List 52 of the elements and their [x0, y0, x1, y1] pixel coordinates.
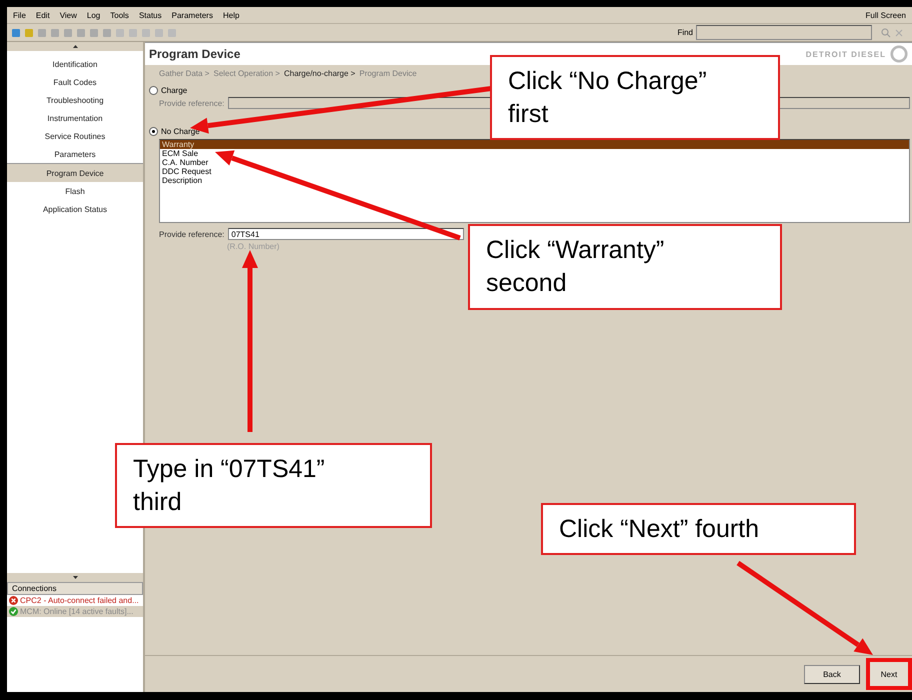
breadcrumb-step: Gather Data > [159, 69, 210, 78]
sidebar-item[interactable]: Flash [7, 182, 143, 200]
sidebar-item[interactable]: Identification [7, 55, 143, 73]
reference-label: Provide reference: [159, 98, 224, 108]
find-field[interactable] [696, 25, 872, 40]
connections-header: Connections [7, 582, 143, 595]
reference-input[interactable]: 07TS41 [228, 228, 464, 240]
list-item[interactable]: ECM Sale [160, 149, 909, 158]
list-item[interactable]: C.A. Number [160, 158, 909, 167]
reference-label: Provide reference: [159, 230, 224, 238]
instruction-callout: Type in “07TS41” third [115, 443, 432, 528]
search-icon[interactable] [881, 28, 891, 38]
list-item[interactable]: Warranty [160, 140, 909, 149]
radio-label[interactable]: No Charge [161, 127, 200, 136]
sidebar-item[interactable]: Troubleshooting [7, 91, 143, 109]
menu-item[interactable]: Help [222, 10, 240, 20]
caret-down-icon [72, 576, 78, 579]
sidebar-item[interactable]: Service Routines [7, 127, 143, 145]
menu-item[interactable]: Log [86, 10, 100, 20]
menu-item[interactable]: Parameters [172, 10, 213, 20]
clear-search-icon[interactable] [894, 28, 904, 38]
breadcrumb-step: Program Device [359, 69, 417, 78]
full-screen-link[interactable]: Full Screen [866, 10, 906, 20]
nav-button[interactable]: Next [866, 658, 912, 690]
radio-button[interactable] [149, 127, 158, 136]
breadcrumb-step: Charge/no-charge > [284, 69, 356, 78]
nav-button[interactable]: Back [804, 664, 860, 684]
menu-item[interactable]: Status [138, 10, 162, 20]
sidebar-item[interactable]: Application Status [7, 200, 143, 218]
radio-button[interactable] [149, 86, 158, 95]
menu-item[interactable]: Tools [110, 10, 129, 20]
instruction-callout: Click “Next” fourth [541, 503, 856, 555]
menu-item[interactable]: File [13, 10, 26, 20]
page-title: Program Device [149, 47, 240, 61]
radio-label[interactable]: Charge [161, 86, 188, 95]
caret-up-icon [72, 45, 78, 48]
find-label: Find [677, 28, 693, 37]
list-item[interactable]: Description [160, 176, 909, 185]
sidebar-item[interactable]: Fault Codes [7, 73, 143, 91]
instruction-callout: Click “Warranty” second [468, 224, 782, 310]
list-item[interactable]: DDC Request [160, 167, 909, 176]
sidebar-item[interactable]: Parameters [7, 145, 143, 163]
breadcrumb-step: Select Operation > [213, 69, 280, 78]
sidebar-item[interactable]: Instrumentation [7, 109, 143, 127]
sidebar-item[interactable]: Program Device [7, 163, 143, 182]
menu-item[interactable]: View [60, 10, 77, 20]
field-hint: (R.O. Number) [227, 242, 280, 251]
instruction-callout: Click “No Charge” first [490, 55, 780, 140]
connection-status[interactable]: CPC2 - Auto-connect failed and... [20, 596, 139, 605]
logo-icon [890, 45, 908, 63]
logo-text: DETROIT DIESEL [806, 50, 886, 58]
menu-item[interactable]: Edit [36, 10, 50, 20]
